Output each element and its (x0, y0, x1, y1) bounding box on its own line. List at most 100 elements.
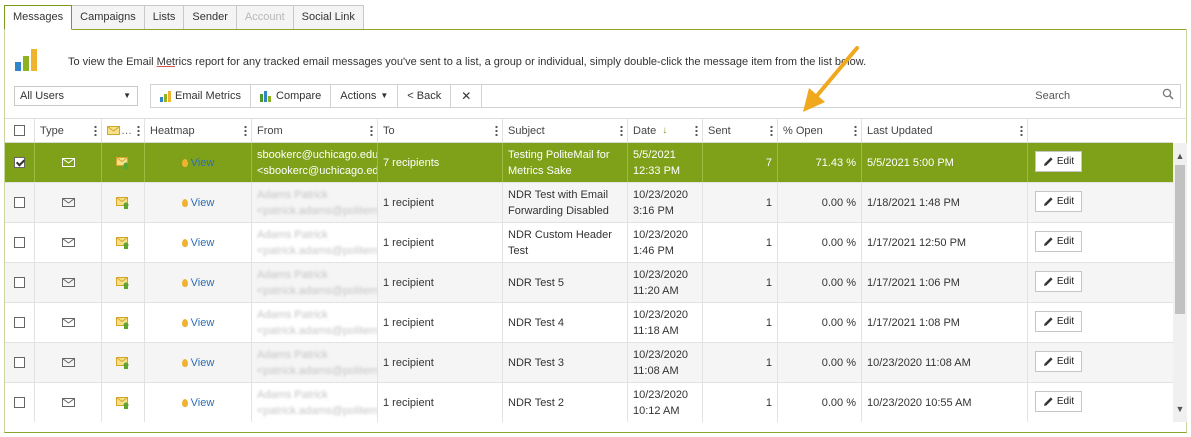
row-checkbox[interactable] (14, 157, 25, 168)
col-to[interactable]: To (378, 119, 503, 142)
compare-button[interactable]: Compare (251, 85, 332, 107)
select-all-cell (5, 119, 35, 142)
actions-menu-button[interactable]: Actions ▼ (331, 85, 399, 107)
tracked-mail-icon (116, 396, 129, 409)
col-open[interactable]: % Open (778, 119, 862, 142)
row-checkbox[interactable] (14, 317, 25, 328)
open-value: 0.00 % (821, 196, 856, 209)
sent-cell: 7 (703, 143, 778, 182)
bar-chart-icon (15, 49, 39, 71)
date-value: 5/5/2021 (633, 148, 676, 161)
col-type[interactable]: Type (35, 119, 102, 142)
date-cell: 10/23/2020 1:46 PM (628, 223, 703, 262)
grid-scrollbar[interactable]: ▲ ▼ (1173, 143, 1187, 422)
table-row[interactable]: View sbookerc@uchicago.edu <sbookerc@uchic… (5, 143, 1173, 183)
heatmap-cell: View (145, 223, 252, 262)
column-menu-icon[interactable] (1020, 125, 1023, 136)
type-cell (35, 183, 102, 222)
column-menu-icon[interactable] (94, 125, 97, 136)
updated-cell: 10/23/2020 11:08 AM (862, 343, 1028, 382)
tab-bar: Messages Campaigns Lists Sender Account … (4, 5, 364, 30)
sent-value: 1 (765, 236, 772, 249)
edit-button[interactable]: Edit (1035, 271, 1082, 292)
col-sent[interactable]: Sent (703, 119, 778, 142)
back-button[interactable]: < Back (398, 85, 452, 107)
edit-button[interactable]: Edit (1035, 311, 1082, 332)
column-menu-icon[interactable] (370, 125, 373, 136)
edit-button[interactable]: Edit (1035, 351, 1082, 372)
table-row[interactable]: View Adams Patrick <patrick.adams@politema… (5, 183, 1173, 223)
heatmap-icon (181, 318, 188, 327)
col-tracking[interactable]: … (102, 119, 145, 142)
sent-value: 1 (765, 196, 772, 209)
tab-sender[interactable]: Sender (183, 5, 237, 29)
col-heatmap[interactable]: Heatmap (145, 119, 252, 142)
col-subject[interactable]: Subject (503, 119, 628, 142)
user-filter-select[interactable]: All Users ▼ (14, 86, 138, 106)
column-menu-icon[interactable] (620, 125, 623, 136)
column-menu-icon[interactable] (244, 125, 247, 136)
row-select-cell (5, 303, 35, 342)
to-value: 1 recipient (383, 396, 434, 409)
email-metrics-button[interactable]: Email Metrics (151, 85, 252, 107)
row-checkbox[interactable] (14, 237, 25, 248)
row-checkbox[interactable] (14, 277, 25, 288)
row-checkbox[interactable] (14, 397, 25, 408)
heatmap-view-link[interactable]: View (191, 197, 215, 209)
scroll-down-icon[interactable]: ▼ (1173, 402, 1187, 416)
instructions-text: To view the Email Metrics report for any… (68, 56, 867, 68)
heatmap-view-link[interactable]: View (191, 157, 215, 169)
heatmap-view-link[interactable]: View (191, 357, 215, 369)
scroll-thumb[interactable] (1175, 165, 1185, 314)
column-menu-icon[interactable] (137, 125, 140, 136)
table-row[interactable]: View Adams Patrick <patrick.adams@politema… (5, 263, 1173, 303)
tab-lists[interactable]: Lists (143, 5, 185, 29)
heatmap-view-link[interactable]: View (191, 277, 215, 289)
edit-button[interactable]: Edit (1035, 391, 1082, 412)
open-cell: 0.00 % (778, 263, 862, 302)
tab-messages[interactable]: Messages (4, 5, 73, 30)
chevron-down-icon: ▼ (123, 91, 131, 100)
clear-button[interactable]: ✕ (451, 85, 483, 107)
row-checkbox[interactable] (14, 357, 25, 368)
heatmap-icon (181, 398, 188, 407)
select-all-checkbox[interactable] (14, 125, 25, 136)
tab-campaigns[interactable]: Campaigns (71, 5, 145, 29)
grid-header: Type … Heatmap From To Subject Date ↓ Sen… (5, 119, 1173, 143)
compare-label: Compare (276, 90, 322, 102)
table-row[interactable]: View Adams Patrick <patrick.adams@politema… (5, 223, 1173, 263)
edit-button[interactable]: Edit (1035, 151, 1082, 172)
heatmap-view-link[interactable]: View (191, 317, 215, 329)
col-last-updated[interactable]: Last Updated (862, 119, 1028, 142)
column-menu-icon[interactable] (770, 125, 773, 136)
tab-social-link[interactable]: Social Link (292, 5, 364, 29)
row-checkbox[interactable] (14, 197, 25, 208)
subject-line-1: Testing PoliteMail for (508, 148, 610, 161)
scroll-up-icon[interactable]: ▲ (1173, 149, 1187, 163)
search-icon[interactable] (1162, 88, 1174, 100)
updated-value: 10/23/2020 10:55 AM (867, 396, 972, 409)
action-cell: Edit (1028, 303, 1173, 342)
heatmap-icon (181, 278, 188, 287)
to-cell: 1 recipient (378, 223, 503, 262)
column-menu-icon[interactable] (695, 125, 698, 136)
col-from[interactable]: From (252, 119, 378, 142)
heatmap-view-link[interactable]: View (191, 237, 215, 249)
to-value: 1 recipient (383, 356, 434, 369)
type-cell (35, 343, 102, 382)
col-date[interactable]: Date ↓ (628, 119, 703, 142)
edit-label: Edit (1056, 396, 1075, 407)
heatmap-view-link[interactable]: View (191, 397, 215, 409)
subject-line-1: NDR Test 2 (508, 396, 565, 409)
sent-value: 1 (765, 396, 772, 409)
table-row[interactable]: View Adams Patrick <patrick.adams@politema… (5, 343, 1173, 383)
table-row[interactable]: View Adams Patrick <patrick.adams@politema… (5, 383, 1173, 422)
tracked-mail-icon (116, 236, 129, 249)
column-menu-icon[interactable] (495, 125, 498, 136)
table-row[interactable]: View Adams Patrick <patrick.adams@politema… (5, 303, 1173, 343)
updated-cell: 1/17/2021 1:08 PM (862, 303, 1028, 342)
column-menu-icon[interactable] (854, 125, 857, 136)
edit-button[interactable]: Edit (1035, 231, 1082, 252)
time-value: 3:16 PM (633, 204, 674, 217)
edit-button[interactable]: Edit (1035, 191, 1082, 212)
